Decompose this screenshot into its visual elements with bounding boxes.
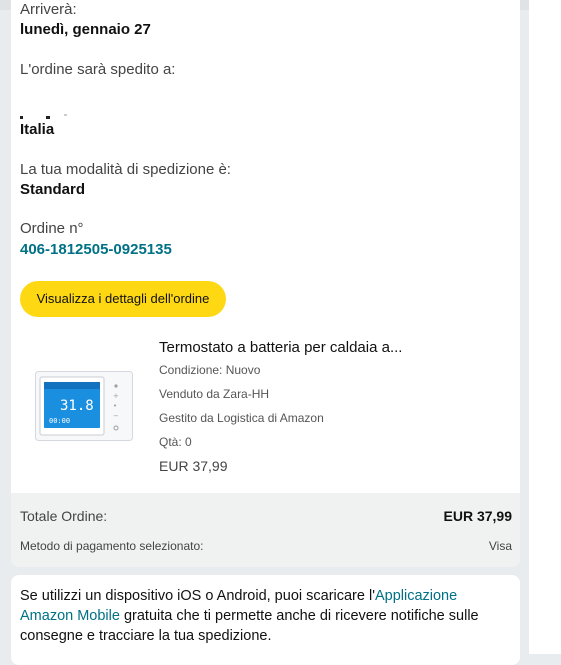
order-total-label: Totale Ordine: [20, 508, 108, 524]
product-title-link[interactable]: Termostato a batteria per caldaia a... [159, 339, 402, 356]
app-promo-card: Se utilizzi un dispositivo iOS o Android… [11, 575, 520, 665]
order-totals-section: Totale Ordine: EUR 37,99 Metodo di pagam… [11, 493, 520, 567]
app-promo-text-before: Se utilizzi un dispositivo iOS o Android… [20, 588, 375, 604]
arrival-date: lunedì, gennaio 27 [20, 21, 151, 38]
svg-text:•: • [113, 402, 117, 410]
view-order-details-button[interactable]: Visualizza i dettagli dell'ordine [20, 281, 226, 317]
redacted-name-fragment [20, 114, 67, 119]
payment-method-value: Visa [488, 539, 512, 553]
order-number-link[interactable]: 406-1812505-0925135 [20, 241, 172, 259]
svg-text:31.8: 31.8 [60, 398, 94, 414]
order-number-label: Ordine n° [20, 220, 84, 237]
product-seller: Venduto da Zara-HH [159, 387, 270, 401]
order-total-value: EUR 37,99 [443, 508, 512, 524]
arrival-label: Arriverà: [20, 1, 77, 18]
app-promo-text: Se utilizzi un dispositivo iOS o Android… [20, 586, 510, 646]
product-price: EUR 37,99 [159, 458, 228, 474]
side-panel [529, 0, 561, 654]
order-confirmation-card: Arriverà: lunedì, gennaio 27 L'ordine sa… [11, 0, 520, 567]
shipping-method-value: Standard [20, 181, 86, 198]
thermostat-product-image[interactable]: 31.8 00:00 + • − [35, 371, 133, 441]
ship-to-country: Italia [20, 121, 55, 138]
payment-method-label: Metodo di pagamento selezionato: [20, 539, 204, 553]
product-condition: Condizione: Nuovo [159, 363, 261, 377]
product-fulfillment: Gestito da Logistica di Amazon [159, 411, 324, 425]
ship-to-label: L'ordine sarà spedito a: [20, 61, 176, 78]
product-quantity: Qtà: 0 [159, 435, 192, 449]
svg-text:−: − [113, 412, 119, 420]
svg-text:+: + [113, 392, 119, 400]
svg-text:00:00: 00:00 [49, 417, 70, 425]
shipping-method-label: La tua modalità di spedizione è: [20, 161, 231, 178]
